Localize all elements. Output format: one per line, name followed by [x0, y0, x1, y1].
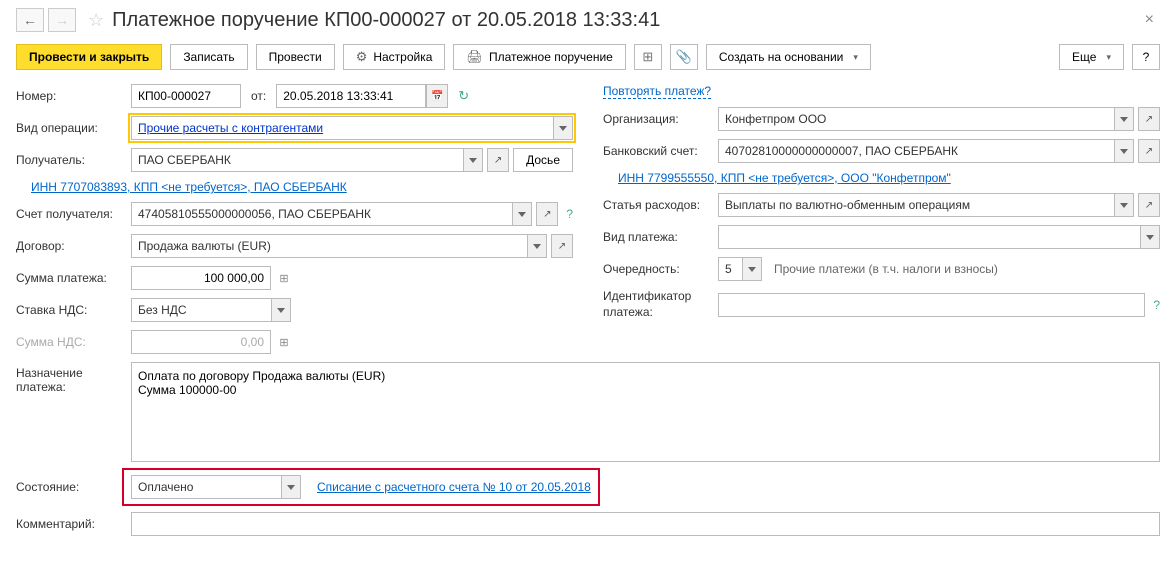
- from-label: от:: [251, 89, 266, 103]
- calculator-icon-2: ⊞: [275, 331, 293, 353]
- dossier-button[interactable]: Досье: [513, 148, 573, 172]
- recip-acct-open-icon[interactable]: ↗: [536, 202, 558, 226]
- op-type-label: Вид операции:: [16, 121, 131, 135]
- org-open-icon[interactable]: ↗: [1138, 107, 1160, 131]
- expense-open-icon[interactable]: ↗: [1138, 193, 1160, 217]
- recip-acct-select[interactable]: 47405810555000000056, ПАО СБЕРБАНК: [131, 202, 532, 226]
- ident-field[interactable]: [718, 293, 1145, 317]
- form-body: Номер: от: 📅 ↻ Вид операции: Прочие расч…: [16, 84, 1160, 354]
- header: ← → ☆ Платежное поручение КП00-000027 от…: [16, 8, 1160, 32]
- recipient-open-icon[interactable]: ↗: [487, 148, 509, 172]
- gear-icon: ⚙: [356, 49, 368, 65]
- writeoff-link[interactable]: Списание с расчетного счета № 10 от 20.0…: [317, 480, 591, 494]
- contract-label: Договор:: [16, 239, 131, 253]
- expense-label: Статья расходов:: [603, 198, 718, 212]
- priority-info: Прочие платежи (в т.ч. налоги и взносы): [774, 262, 998, 276]
- recipient-label: Получатель:: [16, 153, 131, 167]
- close-icon[interactable]: ×: [1139, 11, 1160, 29]
- date-field[interactable]: [276, 84, 426, 108]
- comment-row: Комментарий:: [16, 512, 1160, 536]
- pay-type-label: Вид платежа:: [603, 230, 718, 244]
- favorite-star-icon[interactable]: ☆: [88, 10, 104, 31]
- nav-forward[interactable]: →: [48, 8, 76, 32]
- toolbar: Провести и закрыть Записать Провести ⚙На…: [16, 44, 1160, 70]
- settings-button[interactable]: ⚙Настройка: [343, 44, 446, 70]
- help-button[interactable]: ?: [1132, 44, 1160, 70]
- bank-acct-label: Банковский счет:: [603, 144, 718, 158]
- org-label: Организация:: [603, 112, 718, 126]
- structure-button[interactable]: ⊞: [634, 44, 662, 70]
- refresh-icon[interactable]: ↻: [458, 88, 469, 104]
- contract-open-icon[interactable]: ↗: [551, 234, 573, 258]
- vat-sum-field: [131, 330, 271, 354]
- status-row: Состояние: Оплачено Списание с расчетног…: [16, 472, 1160, 502]
- org-select[interactable]: Конфетпром ООО: [718, 107, 1134, 131]
- payment-order-button[interactable]: 🖨Платежное поручение: [453, 44, 625, 70]
- status-select[interactable]: Оплачено: [131, 475, 301, 499]
- create-based-button[interactable]: Создать на основании: [706, 44, 871, 70]
- tree-icon: ⊞: [642, 49, 653, 65]
- amount-field[interactable]: [131, 266, 271, 290]
- op-type-select[interactable]: Прочие расчеты с контрагентами: [131, 116, 573, 140]
- priority-select[interactable]: 5: [718, 257, 762, 281]
- post-close-button[interactable]: Провести и закрыть: [16, 44, 162, 70]
- left-column: Номер: от: 📅 ↻ Вид операции: Прочие расч…: [16, 84, 573, 354]
- purpose-textarea[interactable]: [131, 362, 1160, 462]
- print-icon: 🖨: [466, 49, 483, 65]
- vat-rate-label: Ставка НДС:: [16, 303, 131, 317]
- org-details-link[interactable]: ИНН 7799555550, КПП <не требуется>, ООО …: [618, 171, 951, 185]
- right-column: Повторять платеж? Организация: Конфетпро…: [603, 84, 1160, 354]
- number-label: Номер:: [16, 89, 131, 103]
- attach-button[interactable]: 📎: [670, 44, 698, 70]
- number-field[interactable]: [131, 84, 241, 108]
- page-title: Платежное поручение КП00-000027 от 20.05…: [112, 9, 1139, 32]
- bank-acct-open-icon[interactable]: ↗: [1138, 139, 1160, 163]
- paperclip-icon: 📎: [676, 49, 692, 65]
- more-button[interactable]: Еще: [1059, 44, 1124, 70]
- amount-label: Сумма платежа:: [16, 271, 131, 285]
- vat-rate-select[interactable]: Без НДС: [131, 298, 291, 322]
- repeat-payment-link[interactable]: Повторять платеж?: [603, 84, 711, 99]
- comment-label: Комментарий:: [16, 517, 131, 531]
- ident-label: Идентификатор платежа:: [603, 289, 718, 320]
- vat-sum-label: Сумма НДС:: [16, 335, 131, 349]
- contract-select[interactable]: Продажа валюты (EUR): [131, 234, 547, 258]
- bank-acct-select[interactable]: 40702810000000000007, ПАО СБЕРБАНК: [718, 139, 1134, 163]
- help-icon-2[interactable]: ?: [1153, 298, 1160, 312]
- purpose-row: Назначение платежа:: [16, 362, 1160, 462]
- calculator-icon[interactable]: ⊞: [275, 267, 293, 289]
- recip-acct-label: Счет получателя:: [16, 207, 131, 221]
- post-button[interactable]: Провести: [256, 44, 335, 70]
- help-icon[interactable]: ?: [566, 207, 573, 221]
- purpose-label: Назначение платежа:: [16, 362, 131, 394]
- recipient-select[interactable]: ПАО СБЕРБАНК: [131, 148, 483, 172]
- status-label: Состояние:: [16, 480, 131, 494]
- expense-select[interactable]: Выплаты по валютно-обменным операциям: [718, 193, 1134, 217]
- calendar-icon[interactable]: 📅: [426, 84, 448, 108]
- comment-field[interactable]: [131, 512, 1160, 536]
- pay-type-select[interactable]: [718, 225, 1160, 249]
- priority-label: Очередность:: [603, 262, 718, 276]
- save-button[interactable]: Записать: [170, 44, 247, 70]
- recipient-details-link[interactable]: ИНН 7707083893, КПП <не требуется>, ПАО …: [31, 180, 347, 194]
- nav-back[interactable]: ←: [16, 8, 44, 32]
